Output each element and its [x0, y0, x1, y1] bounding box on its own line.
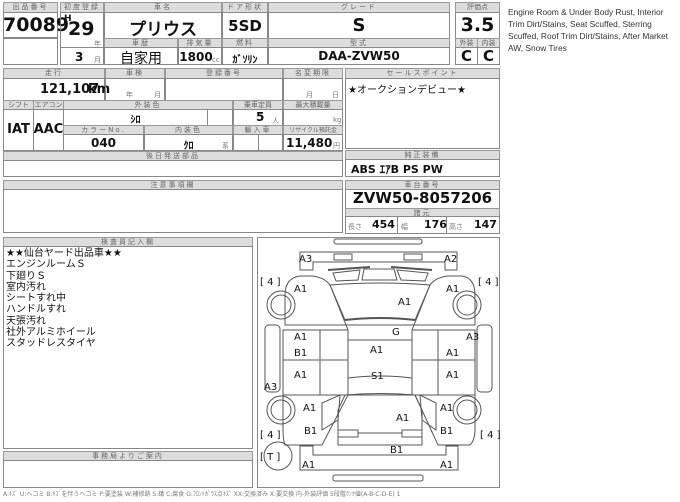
damage-mark: [ 4 ] [478, 277, 499, 288]
damage-mark: A1 [446, 284, 459, 295]
inspector-line: エンジンルームＳ [6, 259, 86, 271]
damage-mark: B1 [390, 445, 403, 456]
damage-mark: A1 [396, 413, 409, 424]
damage-mark: G [392, 327, 400, 338]
office-box [3, 460, 253, 488]
shift: IAT [7, 122, 30, 137]
damage-mark: [ 4 ] [260, 277, 281, 288]
regno-box [165, 78, 283, 101]
tr-month: 月 [306, 91, 313, 99]
damage-mark: [ 4 ] [260, 430, 281, 441]
fuel: ｶﾞｿﾘﾝ [232, 55, 258, 66]
height: 147 [474, 218, 497, 231]
damage-mark: A1 [294, 284, 307, 295]
damage-mark: A1 [294, 332, 307, 343]
damage-mark: A2 [444, 254, 457, 265]
damage-mark: [ T ] [260, 452, 280, 463]
ext-grade: C [460, 47, 472, 65]
displacement: 1800 [179, 50, 213, 64]
width-label: 幅 [401, 223, 408, 231]
import-box-2 [258, 134, 283, 151]
score: 3.5 [460, 14, 495, 36]
equipment: ABS ｴｱB PS PW [351, 163, 443, 176]
car-name: プリウス [129, 20, 197, 40]
damage-marks: A3 A2 [ 4 ] A1 A1 A1 [ 4 ] G A1 B1 A1 A3 A1 A3 A1 S1 A1 A… [260, 254, 500, 471]
translation-note: Engine Room & Under Body Rust, Interior … [508, 7, 668, 53]
damage-mark: A3 [466, 332, 479, 343]
sales-point: ★オークションデビュー★ [348, 85, 466, 96]
load-unit: kg [333, 116, 342, 124]
left-doors [282, 329, 349, 396]
damage-mark: B1 [440, 426, 453, 437]
color: ｼﾛ [130, 115, 141, 126]
inspector-notes: ★★仙台ヤード出品車★★ エンジンルームＳ 下廻りＳ 室内汚れ シートすれ中 ハ… [3, 248, 122, 350]
damage-mark: S1 [371, 371, 384, 382]
hood [329, 282, 431, 321]
damage-mark: A3 [264, 382, 277, 393]
recycle-unit: 円 [333, 142, 340, 150]
month-unit: 月 [94, 56, 101, 64]
import-box-1 [233, 134, 259, 151]
damage-mark: A1 [294, 370, 307, 381]
inspector-line: シートすれ中 [6, 293, 66, 305]
later-parts-box [3, 160, 343, 177]
damage-mark: A1 [440, 460, 453, 471]
month: 3 [75, 50, 84, 64]
inspector-line: 下廻りＳ [6, 270, 46, 282]
damage-mark: A1 [303, 403, 316, 414]
ac: AAC [33, 122, 64, 137]
year: 29 [68, 18, 95, 40]
grade: S [352, 15, 366, 36]
damage-mark: B1 [294, 348, 307, 359]
damage-mark: A1 [440, 403, 453, 414]
legend: A:ｷｽﾞ U:ヘコミ B:ｷｽﾞを伴うヘコミ P:要塗装 W:補修跡 S:錆 … [3, 491, 401, 498]
lot-number: 70089 [3, 14, 70, 36]
intcolor-unit: 系 [222, 142, 229, 150]
lot-blank [3, 38, 58, 65]
recycle: 11,480 [286, 136, 333, 150]
rear-bumper-line [332, 474, 424, 482]
intcolor: ｸﾛ [183, 141, 194, 152]
inspector-line: 社外アルミホイール [6, 327, 96, 339]
damage-mark: A3 [299, 254, 312, 265]
damage-mark: A1 [302, 460, 315, 471]
length-label: 長さ [348, 223, 362, 231]
insp-year: 年 [126, 91, 133, 99]
colorno: 040 [90, 136, 117, 150]
inspector-line: 天張汚れ [6, 315, 46, 327]
damage-mark: A1 [446, 370, 459, 381]
rear-bumper [299, 445, 459, 471]
inspector-line: ハンドルすれ [6, 304, 66, 316]
damage-mark: A1 [370, 345, 383, 356]
right-rocker [476, 324, 493, 393]
height-label: 高さ [449, 223, 463, 231]
inspector-line: ★★仙台ヤード出品車★★ [6, 248, 122, 259]
front-bumper [299, 251, 458, 271]
damage-mark: A1 [398, 297, 411, 308]
length: 454 [372, 218, 395, 231]
door: 5SD [228, 17, 262, 35]
seats: 5 [256, 110, 265, 124]
damage-mark: B1 [304, 426, 317, 437]
int-grade: C [482, 47, 494, 65]
inspector-line: スタッドレスタイヤ [6, 338, 96, 350]
notes-box [3, 189, 343, 233]
disp-unit: cc [212, 56, 220, 64]
width: 176 [424, 218, 447, 231]
damage-mark: [ 4 ] [480, 430, 500, 441]
model: DAA-ZVW50 [318, 49, 400, 63]
tr-day: 日 [332, 91, 339, 99]
color-extra [207, 109, 233, 126]
inspector-line: 室内汚れ [6, 281, 46, 293]
history: 自家用 [120, 51, 162, 67]
front-bumper-line [333, 238, 423, 245]
damage-mark: A1 [446, 348, 459, 359]
insp-month: 月 [154, 91, 161, 99]
car-damage-diagram: A3 A2 [ 4 ] A1 A1 A1 [ 4 ] G A1 B1 A1 A3 A1 A3 A1 S1 A1 A… [260, 238, 500, 482]
chassis-number: ZVW50-8057206 [352, 189, 493, 207]
